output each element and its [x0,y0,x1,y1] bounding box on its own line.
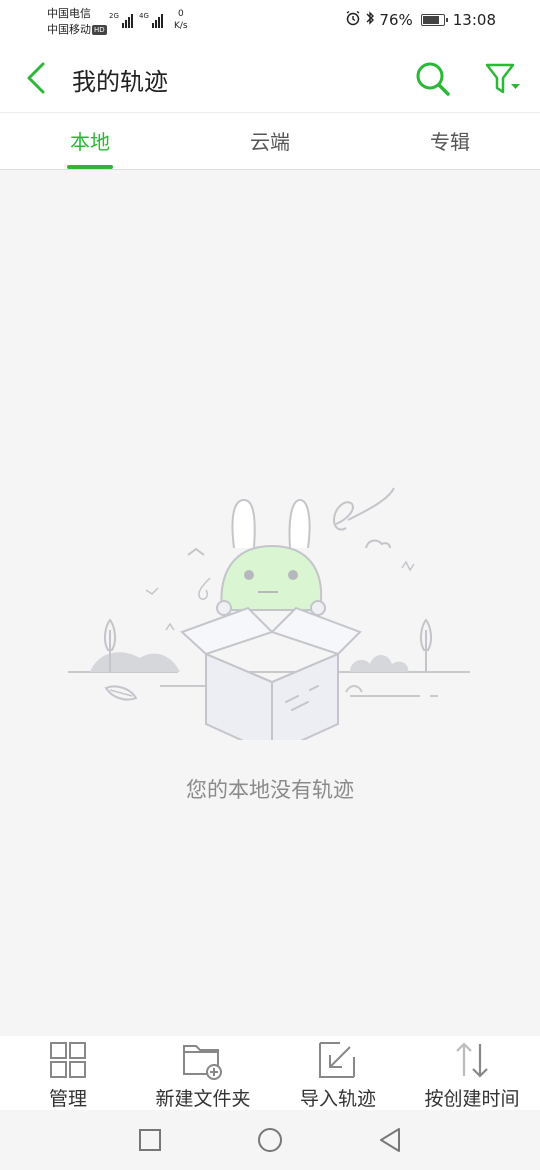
rabbit-in-box-illustration [68,487,470,756]
alarm-icon [345,10,361,30]
signal-icon-1: 2G [109,12,133,28]
search-button[interactable] [412,58,454,100]
filter-icon [485,63,520,94]
circle-icon [258,1128,282,1152]
recent-apps-button[interactable] [134,1124,166,1156]
bottom-toolbar: 管理 新建文件夹 导入轨迹 按创建时间 [0,1036,540,1110]
status-right: 76% 13:08 [345,10,496,30]
import-track-button[interactable]: 导入轨迹 [292,1036,384,1110]
tab-cloud[interactable]: 云端 [180,113,360,170]
new-folder-icon [148,1036,258,1084]
import-icon [292,1036,384,1084]
hd-badge: HD [92,25,107,35]
system-back-button[interactable] [374,1124,406,1156]
battery-icon [420,14,448,26]
chevron-left-icon [27,62,45,94]
home-button[interactable] [254,1124,286,1156]
tab-local[interactable]: 本地 [0,113,180,170]
square-icon [139,1129,161,1151]
new-folder-button[interactable]: 新建文件夹 [148,1036,258,1110]
tab-album[interactable]: 专辑 [360,113,540,170]
clock: 13:08 [452,11,496,29]
page-title: 我的轨迹 [72,68,168,96]
grid-icon [28,1036,108,1084]
bluetooth-icon [365,10,375,30]
track-list-area: 您的本地没有轨迹 [0,170,540,1036]
battery-percent: 76% [379,11,413,29]
empty-message: 您的本地没有轨迹 [186,778,354,802]
network-speed: 0 K/s [174,9,188,31]
empty-illustration [60,480,480,756]
search-icon [416,62,450,96]
filter-button[interactable] [482,58,524,100]
tab-bar: 本地 云端 专辑 [0,112,540,170]
back-button[interactable] [18,58,54,98]
carrier-1: 中国电信 [47,7,91,20]
sort-button[interactable]: 按创建时间 [418,1036,526,1110]
active-tab-indicator [67,165,113,169]
manage-button[interactable]: 管理 [28,1036,108,1110]
triangle-back-icon [380,1128,400,1152]
sort-icon [418,1036,526,1084]
carrier-2: 中国移动 [47,23,91,36]
app-header: 我的轨迹 [0,44,540,112]
signal-icon-2: 4G [139,12,163,28]
carrier-info: 中国电信 中国移动 HD [47,6,107,38]
status-bar: 中国电信 中国移动 HD 2G 4G 0 K/s 76% 13:08 [0,0,540,44]
system-nav-bar [0,1110,540,1170]
